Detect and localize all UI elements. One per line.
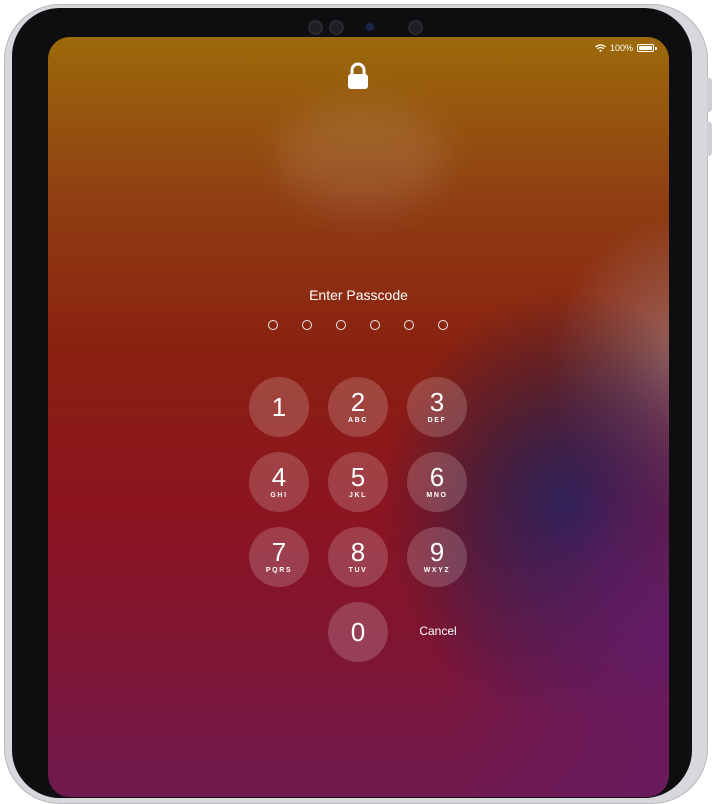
key-digit: 8 bbox=[350, 537, 366, 567]
sensor-icon bbox=[308, 20, 323, 35]
key-letters: WXYZ bbox=[423, 567, 451, 574]
camera-array bbox=[308, 20, 436, 36]
keypad-key-8[interactable]: 8 TUV bbox=[328, 527, 388, 587]
key-letters: DEF bbox=[427, 417, 447, 424]
passcode-dot bbox=[438, 320, 448, 330]
sensor-icon bbox=[329, 20, 344, 35]
lock-screen: 100% Enter Passcode 1 2 ABC 3 DEF 4 GHI … bbox=[48, 37, 669, 797]
cancel-button[interactable]: Cancel bbox=[408, 624, 468, 638]
keypad-key-4[interactable]: 4 GHI bbox=[249, 452, 309, 512]
sensor-icon bbox=[408, 20, 423, 35]
key-letters: PQRS bbox=[265, 567, 293, 574]
key-digit: 2 bbox=[350, 387, 366, 417]
key-digit: 1 bbox=[271, 392, 287, 422]
keypad-key-3[interactable]: 3 DEF bbox=[407, 377, 467, 437]
keypad-key-0[interactable]: 0 bbox=[328, 602, 388, 662]
volume-down-button bbox=[707, 122, 712, 156]
battery-icon bbox=[637, 44, 654, 52]
key-letters: JKL bbox=[348, 492, 368, 499]
blurred-clock bbox=[278, 102, 448, 212]
key-letters: GHI bbox=[270, 492, 288, 499]
lock-icon bbox=[348, 62, 368, 89]
key-letters: TUV bbox=[348, 567, 368, 574]
status-bar: 100% bbox=[595, 41, 657, 55]
front-camera-icon bbox=[367, 24, 373, 30]
passcode-dot bbox=[336, 320, 346, 330]
key-digit: 5 bbox=[350, 462, 366, 492]
wifi-icon bbox=[595, 44, 606, 52]
passcode-dot bbox=[268, 320, 278, 330]
key-digit: 4 bbox=[271, 462, 287, 492]
keypad-key-5[interactable]: 5 JKL bbox=[328, 452, 388, 512]
keypad-key-6[interactable]: 6 MNO bbox=[407, 452, 467, 512]
key-letters: ABC bbox=[348, 417, 368, 424]
passcode-dot bbox=[302, 320, 312, 330]
key-digit: 9 bbox=[429, 537, 445, 567]
battery-tip bbox=[655, 46, 657, 50]
key-digit: 0 bbox=[350, 617, 366, 647]
key-digit: 7 bbox=[271, 537, 287, 567]
passcode-dot bbox=[370, 320, 380, 330]
key-letters: MNO bbox=[426, 492, 448, 499]
key-digit: 6 bbox=[429, 462, 445, 492]
page-title: Enter Passcode bbox=[309, 287, 408, 303]
key-digit: 3 bbox=[429, 387, 445, 417]
keypad-key-1[interactable]: 1 bbox=[249, 377, 309, 437]
keypad-key-9[interactable]: 9 WXYZ bbox=[407, 527, 467, 587]
battery-percentage: 100% bbox=[609, 43, 633, 53]
keypad-key-7[interactable]: 7 PQRS bbox=[249, 527, 309, 587]
keypad-key-2[interactable]: 2 ABC bbox=[328, 377, 388, 437]
passcode-dot bbox=[404, 320, 414, 330]
volume-up-button bbox=[707, 78, 712, 112]
